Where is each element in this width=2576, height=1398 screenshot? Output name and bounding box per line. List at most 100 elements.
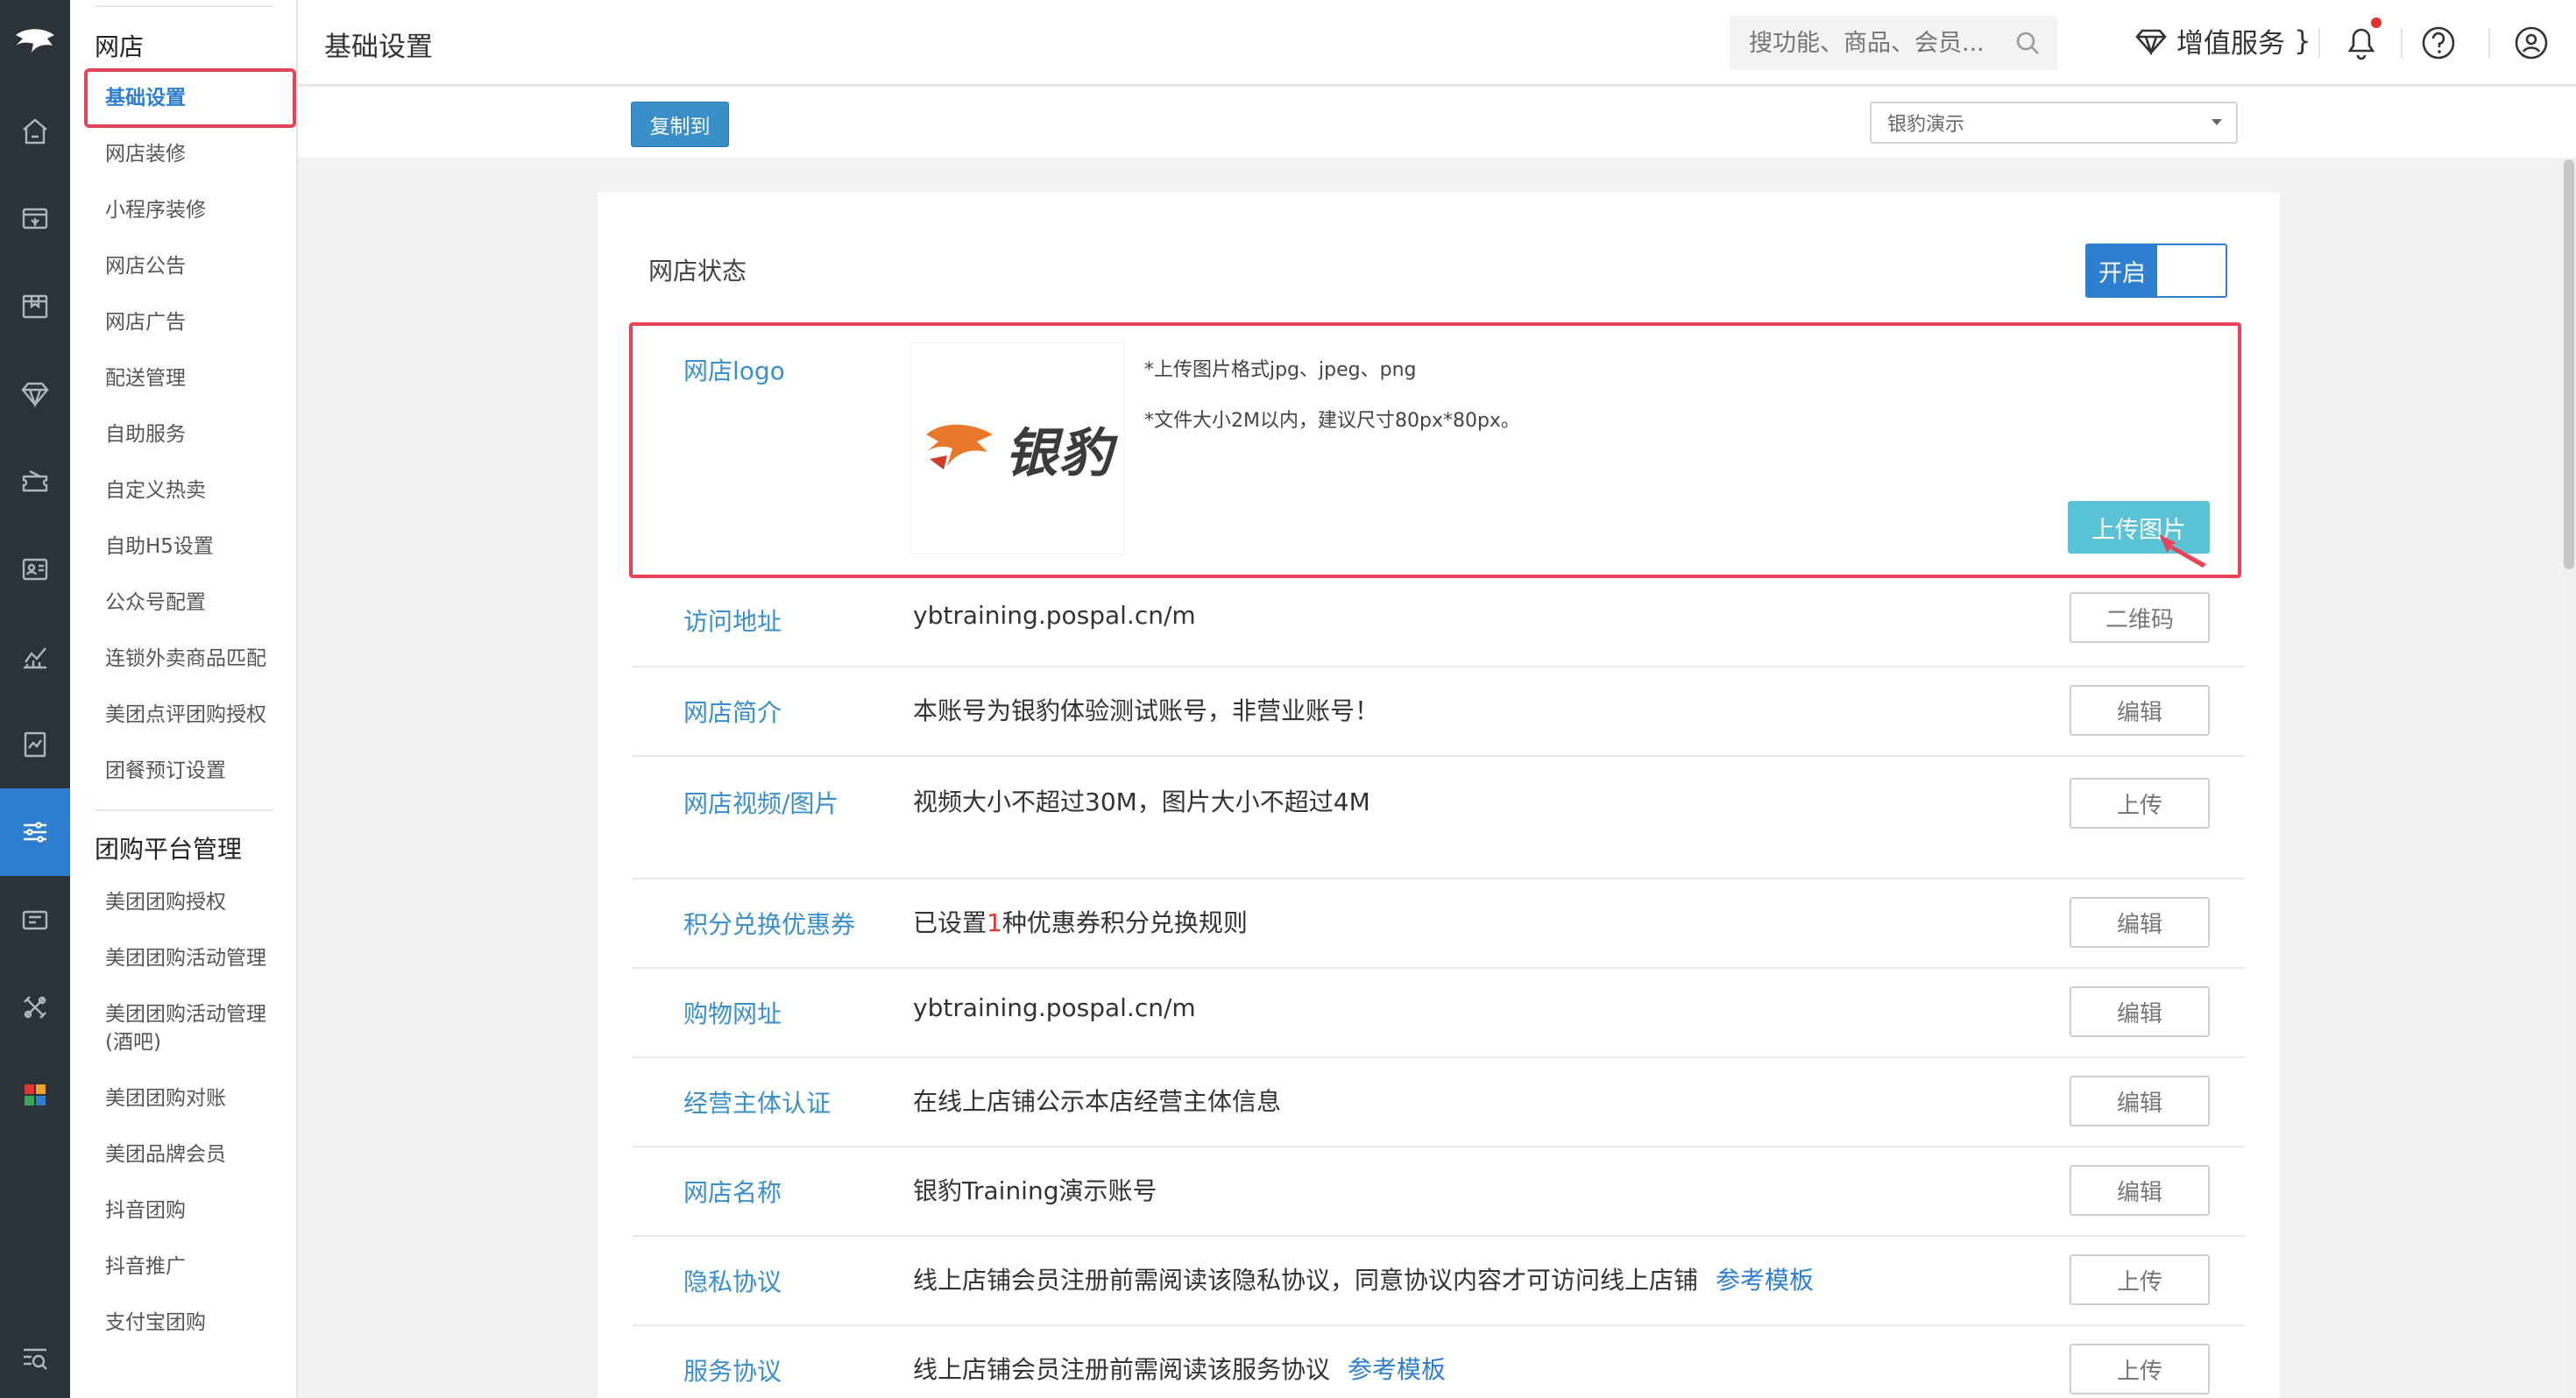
sub-sidebar: 网店 基础设置 网店装修 小程序装修 网店公告 网店广告 配送管理 自助服务 自… (70, 0, 298, 1398)
subnav-item-meituan-activity-bar-suffix[interactable]: (酒吧) (105, 1028, 161, 1056)
subnav-item-group-meal[interactable]: 团餐预订设置 (105, 757, 226, 785)
subnav-item-miniprogram-decoration[interactable]: 小程序装修 (105, 196, 206, 224)
row-value: ybtraining.pospal.cn/m (913, 601, 1196, 630)
privacy-text: 线上店铺会员注册前需阅读该隐私协议，同意协议内容才可访问线上店铺 (913, 1266, 1699, 1295)
home-icon[interactable] (0, 88, 70, 175)
subnav-item-douyin-group[interactable]: 抖音团购 (105, 1197, 186, 1225)
value-added-services-button[interactable]: 增值服务 } (2134, 21, 2311, 60)
edit-points-button[interactable]: 编辑 (2070, 897, 2210, 948)
coupon-icon[interactable] (0, 876, 70, 964)
panther-logo-icon[interactable] (0, 0, 70, 84)
settings-card: 网店状态 开启 网店logo 银豹 *上传图片格式jpg、jpeg、png *文… (598, 193, 2280, 1398)
settings-sliders-icon[interactable] (0, 788, 70, 876)
edit-intro-button[interactable]: 编辑 (2070, 685, 2210, 736)
row-label: 隐私协议 (683, 1267, 782, 1296)
tools-icon[interactable] (0, 964, 70, 1051)
chart-icon[interactable] (0, 613, 70, 701)
row-label: 网店简介 (683, 698, 782, 727)
subnav-item-meituan-auth[interactable]: 美团团购授权 (105, 888, 226, 916)
toggle-on-label: 开启 (2087, 245, 2157, 296)
top-header: 基础设置 增值服务 } (298, 0, 2576, 86)
search-icon[interactable] (2013, 29, 2042, 57)
upload-media-button[interactable]: 上传 (2070, 778, 2210, 829)
row-label: 服务协议 (683, 1357, 782, 1386)
shop-logo-preview: 银豹 (911, 343, 1123, 554)
row-shopping-url: 购物网址 ybtraining.pospal.cn/m 编辑 (633, 969, 2245, 1058)
row-access-address: 访问地址 ybtraining.pospal.cn/m 二维码 (633, 578, 2245, 667)
divider (2401, 28, 2403, 58)
search-list-icon[interactable] (0, 1314, 70, 1398)
subnav-item-meituan-dianping-auth[interactable]: 美团点评团购授权 (105, 701, 266, 729)
value-prefix: 已设置 (913, 908, 987, 937)
subnav-item-custom-hot[interactable]: 自定义热卖 (105, 477, 206, 505)
row-label: 经营主体认证 (683, 1089, 832, 1118)
shop-status-toggle[interactable]: 开启 (2085, 244, 2227, 298)
store-select-value: 银豹演示 (1887, 114, 1965, 136)
user-avatar-icon[interactable] (2511, 23, 2551, 63)
row-shop-intro: 网店简介 本账号为银豹体验测试账号，非营业账号！ 编辑 (633, 667, 2245, 757)
subnav-item-basic-settings[interactable]: 基础设置 (105, 84, 186, 112)
bell-icon[interactable] (2343, 23, 2380, 63)
help-icon[interactable] (2418, 23, 2459, 63)
divider (95, 809, 273, 811)
subnav-item-ads[interactable]: 网店广告 (105, 308, 186, 336)
row-value: 线上店铺会员注册前需阅读该隐私协议，同意协议内容才可访问线上店铺 参考模板 (913, 1261, 1814, 1296)
row-label: 积分兑换优惠券 (683, 910, 856, 939)
apps-grid-icon[interactable] (0, 1051, 70, 1139)
row-shop-name: 网店名称 银豹Training演示账号 编辑 (633, 1147, 2245, 1237)
divider (95, 5, 273, 7)
settings-rows: 网店logo 银豹 *上传图片格式jpg、jpeg、png *文件大小2M以内，… (629, 322, 2245, 1398)
subnav-item-announcement[interactable]: 网店公告 (105, 252, 186, 280)
row-value: ybtraining.pospal.cn/m (913, 993, 1196, 1022)
icon-rail (0, 0, 70, 1398)
edit-name-button[interactable]: 编辑 (2070, 1165, 2210, 1216)
ticket-icon[interactable] (0, 438, 70, 526)
subnav-item-official-account[interactable]: 公众号配置 (105, 589, 206, 617)
row-value: 本账号为银豹体验测试账号，非营业账号！ (913, 696, 1380, 725)
logo-label: 网店logo (683, 357, 785, 385)
row-service-agreement: 服务协议 线上店铺会员注册前需阅读该服务协议 参考模板 上传 (633, 1326, 2245, 1398)
value-suffix: 种优惠券积分兑换规则 (1001, 908, 1248, 937)
subnav-item-chain-takeout[interactable]: 连锁外卖商品匹配 (105, 645, 266, 673)
member-card-icon[interactable] (0, 526, 70, 613)
service-text: 线上店铺会员注册前需阅读该服务协议 (913, 1355, 1331, 1384)
value-added-services-label: 增值服务 (2176, 28, 2285, 60)
diamond-icon (2135, 29, 2167, 55)
edit-url-button[interactable]: 编辑 (2070, 986, 2210, 1037)
subnav-item-shop-decoration[interactable]: 网店装修 (105, 140, 186, 168)
subnav-item-meituan-activity[interactable]: 美团团购活动管理 (105, 944, 266, 972)
subnav-item-meituan-reconcile[interactable]: 美团团购对账 (105, 1084, 226, 1112)
service-template-link[interactable]: 参考模板 (1348, 1355, 1446, 1384)
subnav-item-meituan-brand-member[interactable]: 美团品牌会员 (105, 1140, 226, 1169)
scrollbar-thumb[interactable] (2564, 159, 2574, 569)
panther-logo-icon (926, 424, 993, 470)
row-label: 网店视频/图片 (683, 789, 839, 818)
subnav-item-h5-settings[interactable]: 自助H5设置 (105, 533, 214, 561)
upload-privacy-button[interactable]: 上传 (2070, 1254, 2210, 1305)
diamond-icon[interactable] (0, 350, 70, 438)
upload-service-button[interactable]: 上传 (2070, 1344, 2210, 1394)
row-business-auth: 经营主体认证 在线上店铺公示本店经营主体信息 编辑 (633, 1058, 2245, 1147)
subnav-item-self-service[interactable]: 自助服务 (105, 420, 186, 448)
chevron-down-icon (2212, 119, 2222, 125)
search-input[interactable] (1730, 16, 2001, 70)
arrow-pointer-icon (2159, 534, 2206, 568)
subnav-item-meituan-activity-bar[interactable]: 美团团购活动管理 (105, 1000, 266, 1028)
subnav-item-delivery[interactable]: 配送管理 (105, 364, 186, 392)
report-icon[interactable] (0, 701, 70, 788)
subnav-item-alipay-group[interactable]: 支付宝团购 (105, 1309, 206, 1337)
copy-to-button[interactable]: 复制到 (631, 102, 729, 147)
cashier-icon[interactable] (0, 175, 70, 263)
box-icon[interactable] (0, 263, 70, 350)
edit-auth-button[interactable]: 编辑 (2070, 1076, 2210, 1126)
row-label: 访问地址 (683, 607, 782, 636)
subnav-item-douyin-promo[interactable]: 抖音推广 (105, 1253, 186, 1281)
search-box[interactable] (1730, 16, 2057, 70)
row-value: 已设置1种优惠券积分兑换规则 (913, 904, 1248, 939)
store-select[interactable]: 银豹演示 (1870, 102, 2238, 144)
qrcode-button[interactable]: 二维码 (2070, 592, 2210, 643)
coupon-count: 1 (987, 908, 1002, 937)
privacy-template-link[interactable]: 参考模板 (1716, 1266, 1814, 1295)
row-label: 购物网址 (683, 999, 782, 1028)
row-label: 网店名称 (683, 1178, 782, 1207)
